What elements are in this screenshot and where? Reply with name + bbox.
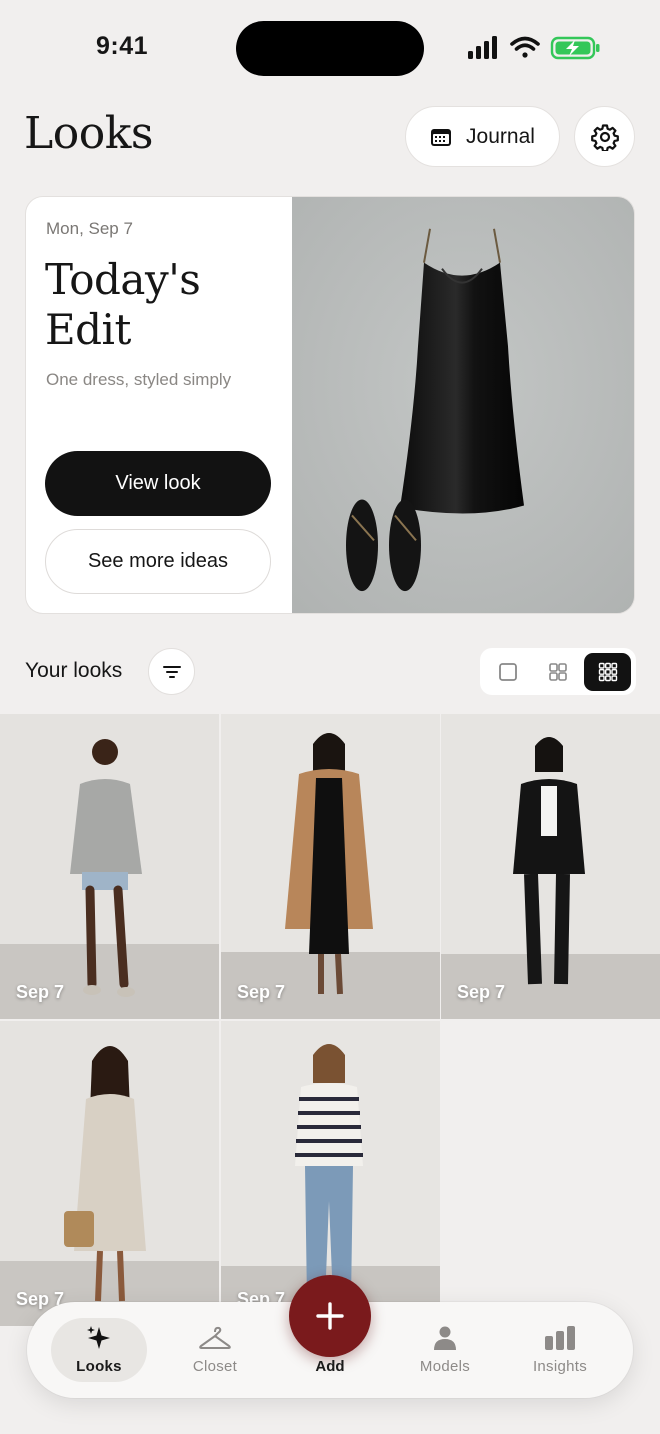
tab-looks[interactable]: Looks	[51, 1318, 147, 1382]
plus-icon	[316, 1302, 344, 1330]
todays-edit-card: Mon, Sep 7 Today's Edit One dress, style…	[25, 196, 635, 614]
look-photo	[221, 714, 440, 1019]
tab-models[interactable]: Models	[397, 1318, 493, 1382]
edit-photo[interactable]	[292, 197, 635, 613]
tab-closet[interactable]: Closet	[167, 1318, 263, 1382]
page-title: Looks	[24, 108, 153, 159]
edit-content: Mon, Sep 7 Today's Edit One dress, style…	[26, 197, 292, 613]
status-time: 9:41	[96, 32, 149, 60]
wifi-icon	[510, 36, 540, 58]
bar-chart-icon	[545, 1326, 575, 1350]
grid-3-icon	[598, 662, 617, 681]
look-date: Sep 7	[237, 982, 286, 1002]
tab-insights[interactable]: Insights	[512, 1318, 608, 1382]
settings-button[interactable]	[574, 106, 635, 167]
look-date: Sep 7	[16, 982, 65, 1002]
view-size-toggle	[480, 648, 636, 695]
edit-subtitle: One dress, styled simply	[46, 370, 232, 389]
edit-title: Today's Edit	[45, 255, 201, 354]
look-date: Sep 7	[457, 982, 506, 1002]
journal-label: Journal	[466, 124, 535, 148]
journal-button[interactable]: Journal	[405, 106, 560, 167]
look-tile[interactable]: Sep 7	[0, 714, 219, 1019]
status-icons	[468, 36, 600, 60]
edit-date: Mon, Sep 7	[46, 219, 133, 238]
tab-label: Looks	[76, 1358, 122, 1375]
tab-label: Models	[419, 1358, 471, 1375]
tab-label: Insights	[532, 1358, 588, 1375]
grid-2-icon	[548, 662, 567, 681]
sparkles-icon	[87, 1326, 110, 1349]
view-look-button[interactable]: View look	[45, 451, 271, 516]
status-bar: 9:41	[0, 0, 660, 96]
small-grid-option[interactable]	[584, 652, 631, 691]
dynamic-island	[236, 21, 424, 76]
square-icon	[498, 662, 517, 681]
calendar-icon	[431, 128, 452, 146]
battery-icon	[550, 36, 600, 60]
look-tile[interactable]: Sep 7	[441, 714, 660, 1019]
hanger-icon	[199, 1326, 231, 1349]
filter-icon	[162, 665, 181, 678]
look-tile[interactable]: Sep 7	[0, 1021, 219, 1326]
single-view-option[interactable]	[484, 653, 531, 691]
person-icon	[434, 1326, 456, 1350]
look-photo	[0, 1021, 219, 1326]
look-photo	[0, 714, 219, 1019]
look-tile[interactable]: Sep 7	[221, 714, 440, 1019]
see-more-ideas-button[interactable]: See more ideas	[45, 529, 271, 594]
add-label: Add	[315, 1358, 345, 1375]
tab-label: Closet	[192, 1358, 238, 1375]
add-button[interactable]	[289, 1275, 371, 1357]
filter-button[interactable]	[148, 648, 195, 695]
look-photo	[441, 714, 660, 1019]
medium-grid-option[interactable]	[534, 653, 581, 691]
your-looks-heading: Your looks	[25, 659, 123, 682]
signal-icon	[468, 36, 497, 59]
gear-icon	[590, 123, 619, 151]
